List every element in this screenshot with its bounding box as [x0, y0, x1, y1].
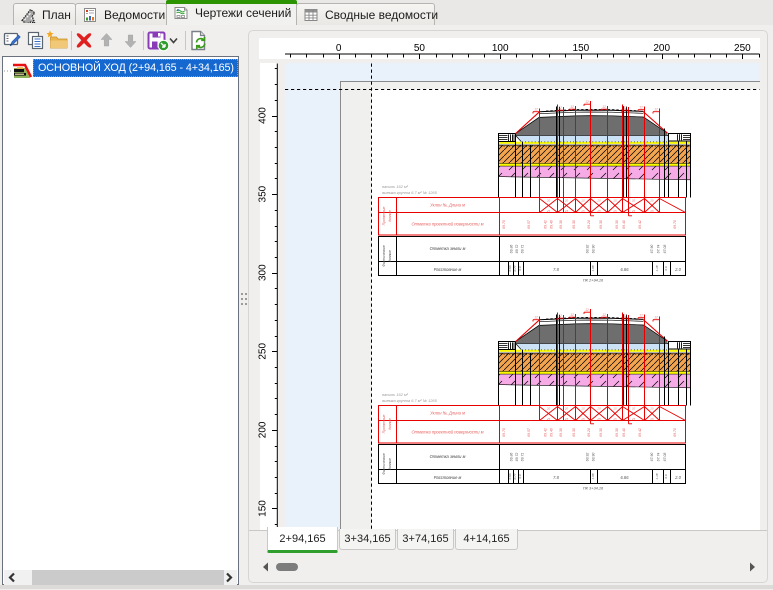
svg-text:200: 200 — [258, 421, 269, 438]
svg-text:50: 50 — [414, 43, 426, 54]
svg-text:150: 150 — [258, 500, 269, 517]
svg-text:100: 100 — [492, 43, 509, 54]
svg-text:350: 350 — [258, 185, 269, 202]
svg-text:200: 200 — [653, 43, 670, 54]
svg-text:0: 0 — [336, 43, 342, 54]
svg-text:ПК 2+94,16: ПК 2+94,16 — [583, 278, 604, 283]
svg-text:250: 250 — [734, 43, 751, 54]
svg-text:400: 400 — [258, 107, 269, 124]
svg-text:150: 150 — [573, 43, 590, 54]
svg-text:300: 300 — [258, 264, 269, 281]
svg-text:250: 250 — [258, 343, 269, 360]
svg-text:ПК 3+34,16: ПК 3+34,16 — [583, 486, 604, 491]
